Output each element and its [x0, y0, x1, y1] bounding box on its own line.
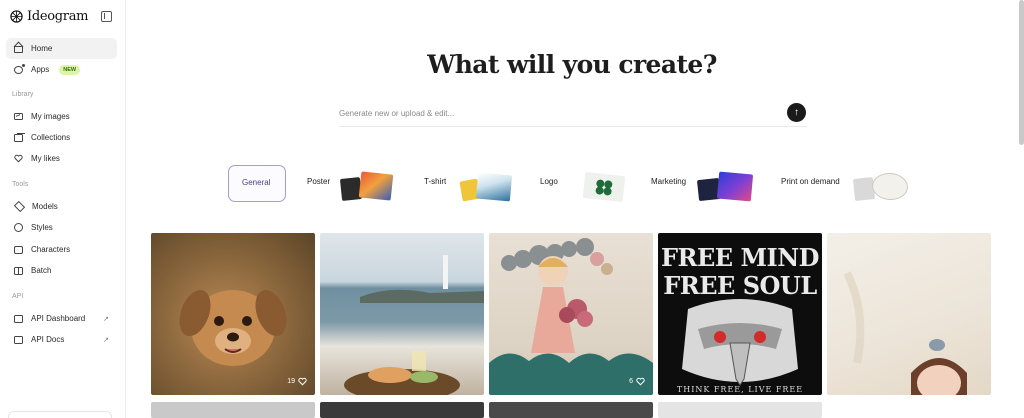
like-button[interactable]: 19	[287, 377, 307, 386]
category-general[interactable]: General	[228, 165, 286, 202]
sidebar-item-my-likes[interactable]: My likes	[6, 148, 117, 169]
like-button[interactable]: 6	[629, 377, 645, 386]
category-print-on-demand[interactable]: Print on demand	[766, 165, 912, 202]
clover-icon	[595, 179, 613, 196]
sidebar-item-label: Models	[32, 202, 58, 211]
eagle-text-line2: FREE SOUL	[663, 271, 817, 300]
gallery-image-row2-2[interactable]	[320, 402, 484, 418]
heart-icon	[14, 154, 23, 163]
sidebar-item-api-dashboard[interactable]: API Dashboard ↗	[6, 308, 117, 329]
logo-thumb	[582, 171, 626, 203]
eagle-illustration	[682, 299, 798, 386]
category-label: Poster	[307, 177, 331, 186]
home-icon	[14, 46, 23, 53]
brand[interactable]: Ideogram	[10, 9, 89, 24]
docs-icon	[14, 335, 23, 344]
sidebar-item-label: Styles	[31, 223, 53, 232]
sidebar-item-label: Characters	[31, 245, 71, 254]
section-label-api: API	[12, 293, 24, 300]
sidebar: Ideogram Home Apps NEW Library My images…	[0, 0, 126, 418]
marketing-thumb-2	[716, 171, 754, 202]
sidebar-item-batch[interactable]: Batch	[6, 260, 117, 281]
gallery-image-row2-4[interactable]	[658, 402, 822, 418]
submit-button[interactable]: ↑	[787, 103, 806, 122]
sidebar-item-api-docs[interactable]: API Docs ↗	[6, 329, 117, 350]
doll-illustration	[489, 238, 653, 395]
sidebar-item-my-images[interactable]: My images	[6, 106, 117, 127]
collapse-sidebar-icon[interactable]	[101, 11, 112, 22]
sidebar-item-home[interactable]: Home	[6, 38, 117, 59]
gallery-image-watercolor-girl[interactable]	[827, 233, 991, 395]
images-icon	[14, 113, 23, 120]
batch-icon	[14, 266, 23, 275]
prompt-bar: ↑	[339, 100, 807, 127]
sidebar-item-label: API Docs	[31, 335, 65, 344]
coast-illustration	[344, 255, 484, 395]
pod-thumb-2	[871, 171, 909, 202]
characters-icon	[14, 245, 23, 254]
category-logo[interactable]: Logo	[528, 165, 628, 203]
category-marketing[interactable]: Marketing	[638, 165, 756, 202]
gallery-image-row2-1[interactable]	[151, 402, 315, 418]
ideogram-logo-icon	[10, 10, 23, 23]
sidebar-item-collections[interactable]: Collections	[6, 127, 117, 148]
category-label: Marketing	[651, 177, 687, 186]
sidebar-bottom-card[interactable]	[8, 411, 112, 418]
gallery-image-doll[interactable]: 6	[489, 233, 653, 395]
like-count: 6	[629, 378, 633, 385]
eagle-text-line1: FREE MIND	[661, 243, 819, 272]
brand-name: Ideogram	[27, 9, 89, 24]
tshirt-thumb-2	[475, 172, 513, 202]
sidebar-item-label: Home	[31, 44, 53, 53]
category-label: Logo	[540, 177, 558, 186]
sidebar-item-label: Apps	[31, 65, 50, 74]
heart-icon	[298, 377, 307, 386]
page-scrollbar[interactable]	[1019, 0, 1024, 145]
category-t-shirt[interactable]: T-shirt	[412, 165, 518, 202]
gallery-image-row2-3[interactable]	[489, 402, 653, 418]
category-poster[interactable]: Poster	[296, 165, 402, 202]
prompt-input[interactable]	[339, 103, 769, 123]
heart-icon	[636, 377, 645, 386]
sidebar-item-models[interactable]: Models	[6, 196, 117, 217]
category-label: T-shirt	[424, 177, 447, 186]
sidebar-item-apps[interactable]: Apps NEW	[6, 59, 117, 80]
sidebar-item-styles[interactable]: Styles	[6, 217, 117, 238]
watercolor-girl-illustration	[843, 271, 967, 395]
poster-thumb-2	[358, 171, 394, 201]
gallery-image-puppy[interactable]: 19	[151, 233, 315, 395]
collections-icon	[14, 133, 25, 142]
sidebar-item-label: API Dashboard	[31, 314, 86, 323]
section-label-tools: Tools	[12, 181, 29, 188]
sidebar-item-label: Collections	[31, 133, 71, 142]
page-title: What will you create?	[427, 50, 717, 79]
like-count: 19	[287, 378, 295, 385]
gallery-image-eagle[interactable]: FREE MIND FREE SOUL THINK FREE, LIVE FRE…	[658, 233, 822, 395]
models-icon	[13, 200, 26, 213]
sidebar-item-label: My likes	[31, 154, 60, 163]
api-icon	[14, 314, 23, 323]
apps-icon	[14, 63, 25, 74]
styles-icon	[14, 223, 23, 232]
eagle-text-line3: THINK FREE, LIVE FREE	[676, 385, 804, 394]
sidebar-item-characters[interactable]: Characters	[6, 239, 117, 260]
external-link-icon: ↗	[103, 315, 109, 323]
sidebar-item-label: My images	[31, 112, 70, 121]
puppy-illustration	[179, 289, 287, 366]
category-label: General	[242, 178, 271, 187]
section-label-library: Library	[12, 91, 34, 98]
sidebar-item-label: Batch	[31, 266, 52, 275]
category-label: Print on demand	[781, 177, 840, 186]
gallery-image-coast[interactable]	[320, 233, 484, 395]
external-link-icon: ↗	[103, 336, 109, 344]
new-badge: NEW	[59, 64, 81, 75]
